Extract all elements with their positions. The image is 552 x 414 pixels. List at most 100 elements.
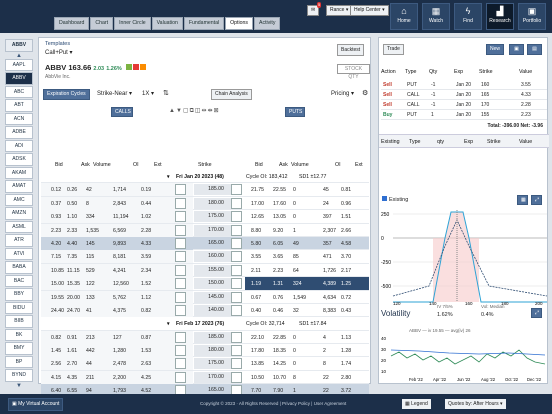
put-qty-box[interactable]: [231, 291, 242, 303]
call-cell[interactable]: 41: [86, 308, 92, 314]
call-cell[interactable]: 0.44: [141, 201, 151, 207]
sort-icon[interactable]: ⇅: [163, 89, 169, 97]
call-cell[interactable]: 4.25: [141, 375, 151, 381]
put-cell[interactable]: 0: [293, 187, 296, 193]
call-cell[interactable]: 4.20: [51, 241, 61, 247]
position-row[interactable]: Sell CALL -1 Jan 20 165 4.33: [381, 90, 547, 100]
call-cell[interactable]: 1,280: [113, 348, 126, 354]
put-cell[interactable]: 14.25: [273, 361, 286, 367]
put-cell[interactable]: 1.28: [341, 348, 351, 354]
call-cell[interactable]: 0.87: [141, 335, 151, 341]
call-cell[interactable]: 2.33: [67, 228, 77, 234]
put-cell[interactable]: 3.70: [341, 254, 351, 260]
nav-find[interactable]: ϟ Find: [454, 3, 482, 30]
put-cell[interactable]: 10.70: [273, 375, 286, 381]
tab-dashboard[interactable]: Dashboard: [54, 17, 90, 30]
call-qty-box[interactable]: [175, 304, 186, 316]
expand-chart-icon[interactable]: ⤢: [531, 195, 542, 205]
put-cell[interactable]: 12.65: [251, 214, 264, 220]
call-cell[interactable]: 2.63: [141, 361, 151, 367]
nav-home[interactable]: ⌂ Home: [390, 3, 418, 30]
call-qty-box[interactable]: [175, 278, 186, 290]
call-cell[interactable]: 1.61: [67, 348, 77, 354]
call-qty-box[interactable]: [175, 331, 186, 343]
put-cell[interactable]: 45: [323, 187, 329, 193]
clear-icon[interactable]: ⊠: [214, 108, 220, 114]
put-cell[interactable]: 1,549: [293, 295, 306, 301]
call-cell[interactable]: 24.70: [67, 308, 80, 314]
move-up-icon[interactable]: ▲: [169, 108, 176, 114]
sidebar-item-acn[interactable]: ACN: [5, 112, 33, 125]
put-cell[interactable]: 10.50: [251, 375, 264, 381]
put-cell[interactable]: 324: [293, 281, 302, 287]
sidebar-item-bmy[interactable]: BMY: [5, 342, 33, 355]
help-center-menu[interactable]: Help Center ▾: [350, 5, 389, 16]
user-menu[interactable]: Rance ▾: [326, 5, 353, 16]
call-cell[interactable]: 211: [86, 375, 94, 381]
call-cell[interactable]: 4.35: [67, 375, 77, 381]
put-cell[interactable]: 1.74: [341, 361, 351, 367]
call-cell[interactable]: 0.93: [51, 214, 61, 220]
expiration-cycles-button[interactable]: Expiration Cycles: [43, 89, 90, 100]
portfolio-selector[interactable]: ▣ My Virtual Account: [8, 398, 64, 411]
put-cell[interactable]: 357: [323, 241, 332, 247]
put-qty-box[interactable]: [231, 264, 242, 276]
put-qty-box[interactable]: [231, 211, 242, 223]
call-cell[interactable]: 0.50: [67, 201, 77, 207]
call-qty-box[interactable]: [175, 224, 186, 236]
template-select[interactable]: Call+Put ▾: [45, 49, 73, 56]
call-cell[interactable]: 2,200: [113, 375, 126, 381]
put-qty-box[interactable]: [231, 278, 242, 290]
put-qty-box[interactable]: [231, 224, 242, 236]
call-cell[interactable]: 1.45: [51, 348, 61, 354]
put-cell[interactable]: 0: [293, 361, 296, 367]
call-cell[interactable]: 1,714: [113, 187, 126, 193]
put-cell[interactable]: 17.60: [273, 201, 286, 207]
put-cell[interactable]: 0.46: [273, 308, 283, 314]
call-cell[interactable]: 2.56: [51, 361, 61, 367]
sidebar-item-bynd[interactable]: BYND: [5, 369, 33, 382]
call-cell[interactable]: 11.15: [67, 268, 80, 274]
call-qty-box[interactable]: [175, 211, 186, 223]
sidebar-item-bidu[interactable]: BIDU: [5, 301, 33, 314]
call-cell[interactable]: 3.59: [141, 254, 151, 260]
tab-activity[interactable]: Activity: [254, 17, 281, 30]
put-cell[interactable]: 4.58: [341, 241, 351, 247]
call-cell[interactable]: 127: [113, 335, 122, 341]
put-cell[interactable]: 64: [293, 268, 299, 274]
position-row[interactable]: Buy PUT 1 Jan 20 155 2.23: [381, 110, 547, 120]
call-cell[interactable]: 2,478: [113, 361, 126, 367]
call-qty-box[interactable]: [175, 237, 186, 249]
call-cell[interactable]: 4.40: [67, 241, 77, 247]
call-cell[interactable]: 145: [86, 241, 95, 247]
put-cell[interactable]: 3.65: [273, 254, 283, 260]
call-cell[interactable]: 334: [86, 214, 95, 220]
call-cell[interactable]: 4,241: [113, 268, 126, 274]
put-cell[interactable]: 2,307: [323, 228, 336, 234]
sidebar-item-baba[interactable]: BABA: [5, 261, 33, 274]
put-cell[interactable]: 17.80: [251, 348, 264, 354]
chevron-down-icon[interactable]: ▾: [167, 174, 170, 180]
tab-chart[interactable]: Chart: [90, 17, 114, 30]
call-cell[interactable]: 2.34: [141, 268, 151, 274]
put-cell[interactable]: 1.13: [341, 335, 351, 341]
put-cell[interactable]: 8: [293, 375, 296, 381]
sidebar-item-akam[interactable]: AKAM: [5, 166, 33, 179]
put-qty-box[interactable]: [231, 371, 242, 383]
put-cell[interactable]: 0: [293, 201, 296, 207]
sidebar-item-abbv[interactable]: ABBV: [5, 72, 33, 85]
nav-portfolio[interactable]: ▣ Portfolio: [518, 3, 546, 30]
put-qty-box[interactable]: [231, 251, 242, 263]
call-cell[interactable]: 0.19: [141, 187, 151, 193]
put-cell[interactable]: 3.55: [251, 254, 261, 260]
sidebar-current-symbol[interactable]: ABBV: [5, 39, 33, 52]
sidebar-item-bk[interactable]: BK: [5, 328, 33, 341]
call-cell[interactable]: 8: [86, 201, 89, 207]
multiplier-select[interactable]: 1X ▾: [142, 90, 154, 97]
put-cell[interactable]: 8: [323, 361, 326, 367]
put-cell[interactable]: 0: [293, 335, 296, 341]
put-cell[interactable]: 18.35: [273, 348, 286, 354]
sidebar-item-bp[interactable]: BP: [5, 355, 33, 368]
call-cell[interactable]: 2.70: [67, 361, 77, 367]
put-cell[interactable]: 22.85: [273, 335, 286, 341]
